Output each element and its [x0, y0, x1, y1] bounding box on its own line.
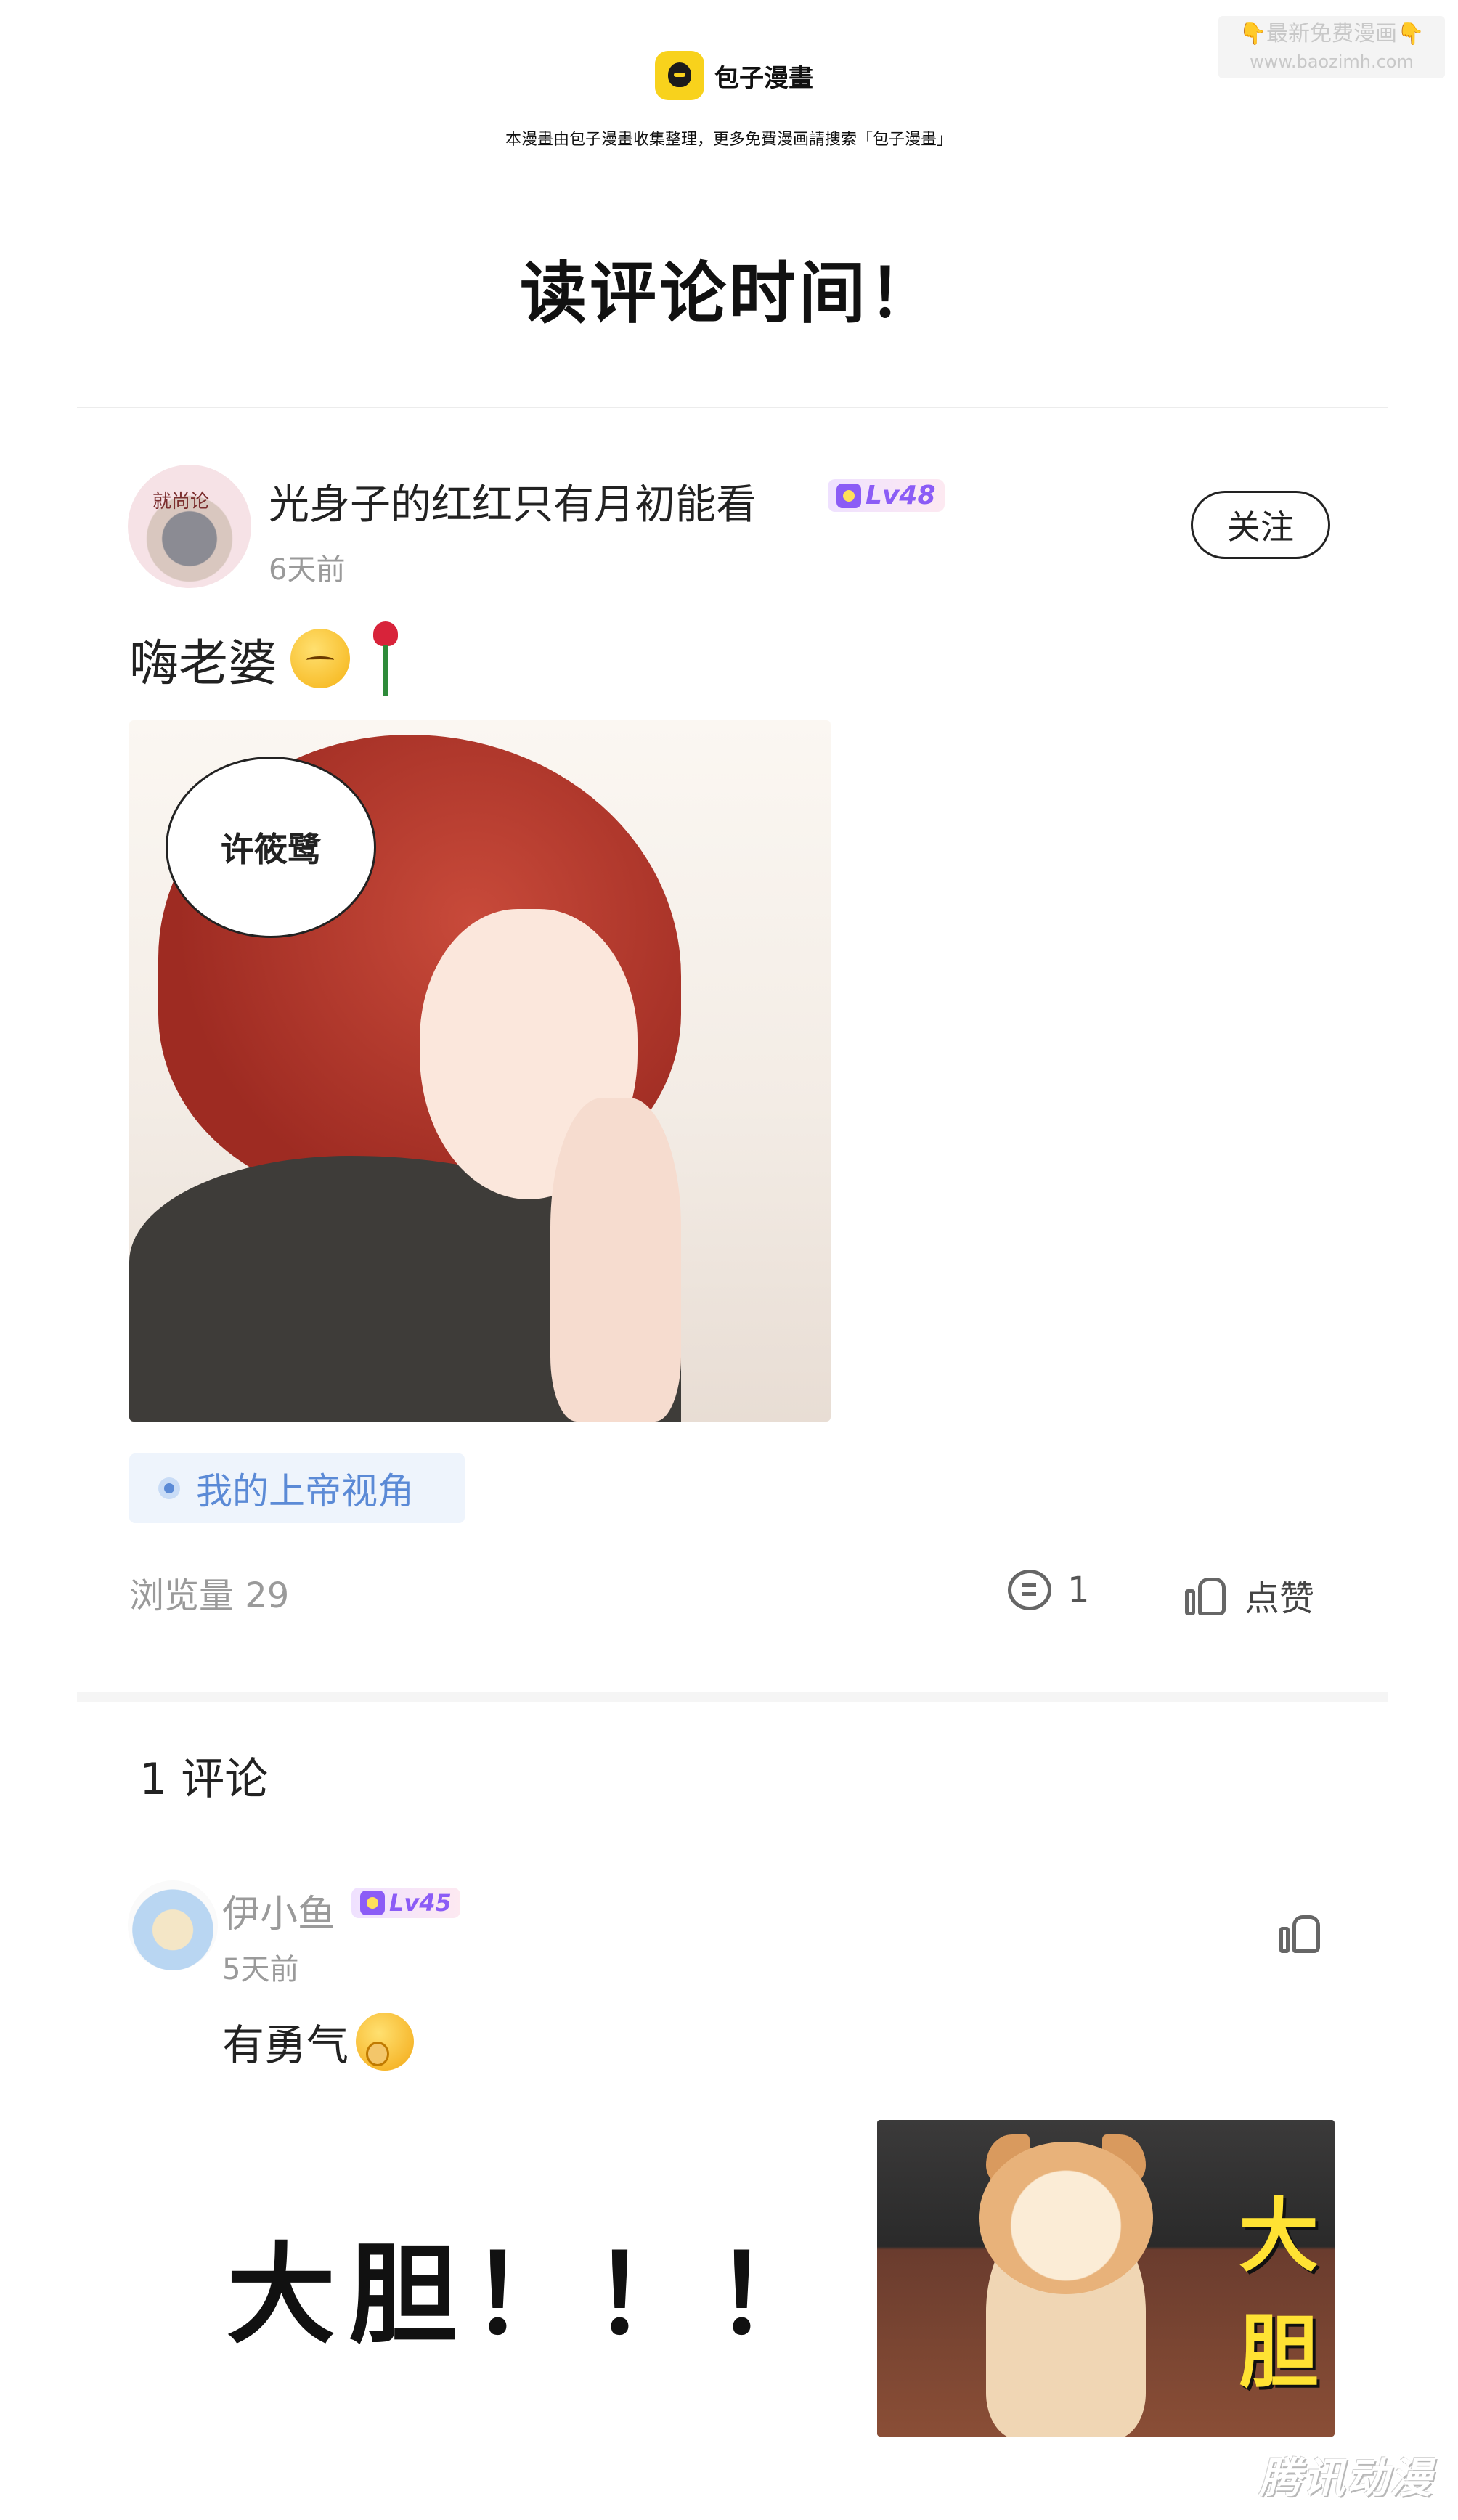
site-watermark: 👇最新免费漫画👇 www.baozimh.com — [1218, 16, 1445, 78]
section-divider — [77, 1692, 1388, 1702]
poster-username[interactable]: 光身子的红红只有月初能看 — [269, 472, 757, 531]
handwritten-text: 大胆！！！ — [227, 2232, 837, 2359]
level-text: Lv48 — [866, 481, 936, 510]
comment-like-thumbs-up-icon[interactable] — [1279, 1912, 1323, 1953]
watermark-line-2: www.baozimh.com — [1250, 52, 1414, 72]
watermark-line-1: 👇最新免费漫画👇 — [1239, 21, 1425, 46]
source-notice: 本漫畫由包子漫畫收集整理，更多免費漫画請搜索「包子漫畫」 — [505, 131, 953, 149]
view-count: 浏览量 29 — [129, 1575, 290, 1616]
dog-head — [979, 2142, 1153, 2294]
topic-dot-icon — [158, 1477, 180, 1499]
like-button[interactable]: 点赞 — [1185, 1570, 1314, 1620]
commenter-level-badge: Lv45 — [351, 1888, 460, 1918]
footer-watermark: 腾讯动漫 — [1258, 2453, 1433, 2503]
follow-button[interactable]: 关注 — [1191, 491, 1330, 559]
bun-logo-icon — [655, 51, 704, 100]
brand-logo[interactable]: 包子漫畫 — [655, 51, 813, 100]
character-hand — [550, 1098, 681, 1422]
level-icon — [360, 1891, 385, 1915]
divider — [77, 407, 1388, 408]
poster-avatar[interactable]: 就尚论 — [128, 465, 251, 588]
brand-name: 包子漫畫 — [714, 63, 813, 93]
level-icon — [836, 483, 861, 508]
comments-title: 1 评论 — [139, 1754, 269, 1805]
shy-face-emoji-icon — [290, 629, 351, 688]
dog-meme-image[interactable]: 大 胆 — [877, 2120, 1335, 2437]
topic-label: 我的上帝视角 — [196, 1470, 414, 1512]
poster-level-badge: Lv48 — [828, 479, 945, 512]
post-text: 嗨老婆 — [129, 619, 407, 698]
avatar-tag: 就尚论 — [152, 491, 210, 513]
commenter-username[interactable]: 伊小鱼 — [222, 1883, 335, 1938]
rose-emoji-icon — [363, 619, 407, 698]
topic-tag[interactable]: 我的上帝视角 — [129, 1453, 465, 1523]
meme-label-1: 大 — [1239, 2190, 1319, 2283]
page-title: 读评论时间！ — [519, 255, 938, 333]
yawn-emoji-icon — [356, 2013, 415, 2071]
comment-button[interactable]: 1 — [1008, 1570, 1090, 1610]
like-label: 点赞 — [1245, 1578, 1315, 1619]
comment-text-content: 有勇气 — [222, 2021, 349, 2070]
post-image[interactable]: 许筱鹭 — [129, 720, 831, 1422]
comment-count: 1 — [1067, 1570, 1090, 1610]
commenter-avatar[interactable] — [128, 1880, 218, 1970]
meme-label-2: 胆 — [1239, 2306, 1319, 2399]
post-time: 6天前 — [269, 553, 346, 587]
speech-bubble: 许筱鹭 — [166, 757, 376, 938]
comment-text: 有勇气 — [222, 2011, 415, 2072]
post-text-content: 嗨老婆 — [129, 635, 278, 693]
comment-time: 5天前 — [222, 1953, 299, 1986]
level-text: Lv45 — [389, 1889, 452, 1917]
thumbs-up-icon — [1185, 1575, 1229, 1615]
comment-icon — [1008, 1570, 1051, 1610]
